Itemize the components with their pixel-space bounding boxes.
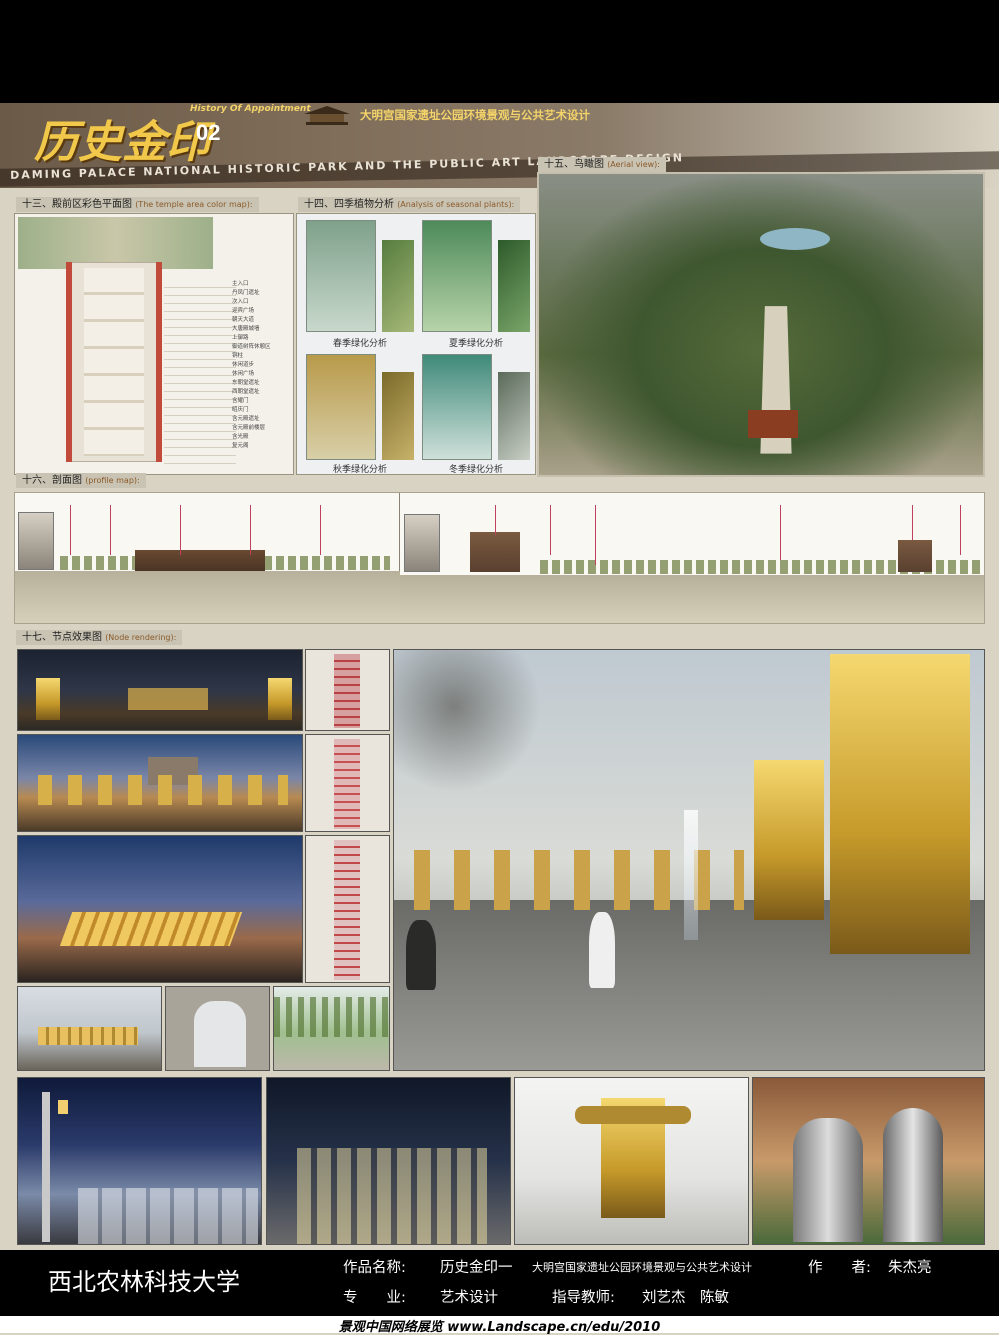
section-15-label: 十五、鸟瞰图 (Aerial view): [538,157,666,172]
section-13-label: 十三、殿前区彩色平面图 (The temple area color map): [16,197,259,212]
pagoda-icon [304,106,350,125]
winter-plant-thumbs [498,372,530,460]
render-seal-pillar [514,1077,749,1245]
plan-legend-item: 御道树阵休憩区 [232,344,271,350]
render-plan-key-1 [305,649,390,731]
profile-tick [550,505,551,555]
spring-plant-thumbs [382,240,414,332]
profile-pillar-detail-right [404,514,440,572]
profile-tick [110,505,111,555]
profile-ground-left [15,571,400,623]
winter-caption: 冬季绿化分析 [448,465,503,475]
render-night-plaza [17,649,303,731]
university-name: 西北农林科技大学 [48,1268,240,1296]
aerial-lake [760,228,830,250]
render-green-path [273,986,390,1071]
plan-legend-item: 含元殿前楼层 [232,425,266,431]
profile-tick [960,505,961,555]
profile-ground-right [400,575,984,623]
exhibition-title-cn: 第六届全国高校景观设计毕业作品展 [163,18,836,64]
logo-en-subtitle: History Of Appointment [190,104,311,114]
work-name-label: 作品名称: [343,1260,406,1276]
profile-tick [780,505,781,560]
render-plan-key-2 [305,734,390,832]
exhibition-title-en: The 6th Chinese Landscape Architecture G… [96,60,903,90]
major-name: 艺术设计 [440,1290,498,1306]
summer-plant-thumbs [498,240,530,332]
plan-legend-item: 含元殿遗址 [232,416,260,422]
spring-map [306,220,376,332]
render-plan-key-3 [305,835,390,983]
render-golden-pillars [393,649,985,1071]
plan-legend: 主入口丹凤门遗址次入口迎宾广场朝天大道大唐殿城墙上御路御道树阵休憩区 铜柱休闲道步… [232,280,292,451]
work-subtitle: 大明宫国家遗址公园环境景观与公共艺术设计 [532,1261,752,1274]
profile-tick [595,505,596,565]
render-night-avenue-1 [17,1077,262,1245]
plan-right-wall [156,262,162,462]
aerial-gate-hall [748,410,798,438]
plan-legend-item: 复元阁 [232,443,249,449]
advisor-label: 指导教师: [552,1290,615,1306]
profile-tick [912,505,913,540]
autumn-caption: 秋季绿化分析 [332,465,387,475]
plan-legend-item: 休闲广场 [232,371,255,377]
work-name: 历史金印一 [440,1260,513,1276]
site-url-link[interactable]: 景观中国网络展览 www.Landscape.cn/edu/2010 [0,1316,999,1335]
plan-legend-en-column [164,280,236,464]
section-16-label: 十六、剖面图 (profile map): [16,473,146,488]
spring-caption: 春季绿化分析 [332,339,387,349]
plan-legend-item: 含光殿 [232,434,249,440]
plan-legend-item: 上御路 [232,335,249,341]
plan-legend-item: 大唐殿城墙 [232,326,260,332]
section-17-label: 十七、节点效果图 (Node rendering): [16,630,183,645]
plan-legend-item: 昭庆门 [232,407,249,413]
summer-map [422,220,492,332]
major-label: 专 业: [343,1290,406,1306]
summer-caption: 夏季绿化分析 [448,339,503,349]
plan-legend-item: 主入口 [232,281,249,287]
author-name: 朱杰亮 [888,1260,932,1276]
render-scroll-sculpture [752,1077,985,1245]
plan-legend-item: 丹凤门遗址 [232,290,260,296]
autumn-plant-thumbs [382,372,414,460]
profile-tick [70,505,71,555]
profile-tick [250,505,251,555]
profile-tick [180,505,181,555]
profile-tower-left [470,532,520,572]
profile-palace [135,550,265,571]
plan-legend-item: 铜柱 [232,353,244,359]
section-14-label: 十四、四季植物分析 (Analysis of seasonal plants): [298,197,521,212]
profile-pillar-detail-left [18,512,54,570]
project-logo: 历史金印 [34,117,210,168]
winter-map [422,354,492,460]
plan-left-wall [66,262,72,462]
plan-paving [84,268,144,456]
render-night-avenue-2 [266,1077,511,1245]
render-day-stage [17,986,162,1071]
advisor-names: 刘艺杰 陈敏 [642,1290,729,1306]
plan-legend-item: 迎宾广场 [232,308,255,314]
plan-legend-item: 朝天大道 [232,317,255,323]
plan-legend-item: 东朝堂遗址 [232,380,260,386]
plan-legend-item: 次入口 [232,299,249,305]
profile-tick [320,505,321,555]
render-night-stage [17,835,303,983]
profile-gate-right [898,540,932,572]
project-subtitle: 大明宫国家遗址公园环境景观与公共艺术设计 [360,108,590,122]
page-number: 02 [196,120,221,145]
render-gateway [165,986,270,1071]
autumn-map [306,354,376,460]
plan-legend-item: 西朝堂遗址 [232,389,260,395]
plan-legend-item: 含耀门 [232,398,249,404]
render-dusk-fountains [17,734,303,832]
profile-tick [495,505,496,535]
author-label: 作 者: [808,1260,871,1276]
plan-legend-item: 休闲道步 [232,362,255,368]
